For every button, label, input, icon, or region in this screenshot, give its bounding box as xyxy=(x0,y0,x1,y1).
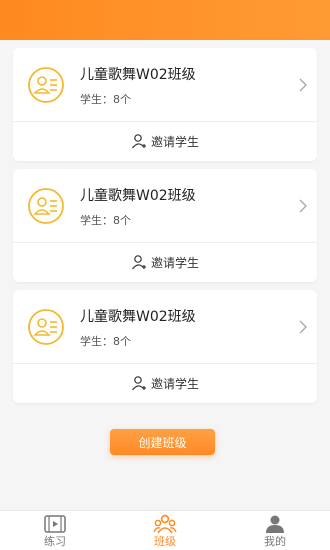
class-card-header[interactable]: 儿童歌舞W02班级 学生：8个 xyxy=(13,290,317,364)
tab-label: 我的 xyxy=(264,535,286,548)
student-count: 学生：8个 xyxy=(80,335,131,348)
student-count: 学生：8个 xyxy=(80,214,131,227)
class-card: 儿童歌舞W02班级 学生：8个 邀请学生 xyxy=(13,169,317,282)
tab-label: 练习 xyxy=(44,535,66,548)
student-count: 学生：8个 xyxy=(80,93,131,106)
class-card-header[interactable]: 儿童歌舞W02班级 学生：8个 xyxy=(13,48,317,122)
class-card-header[interactable]: 儿童歌舞W02班级 学生：8个 xyxy=(13,169,317,243)
class-icon xyxy=(28,309,64,345)
class-name: 儿童歌舞W02班级 xyxy=(80,67,196,83)
class-list: 儿童歌舞W02班级 学生：8个 邀请学生 儿童歌舞W02班级 学生：8个 邀请学… xyxy=(0,48,330,411)
class-card: 儿童歌舞W02班级 学生：8个 邀请学生 xyxy=(13,290,317,403)
class-name: 儿童歌舞W02班级 xyxy=(80,188,196,204)
add-user-icon xyxy=(132,134,146,149)
chevron-right-icon xyxy=(299,320,307,334)
create-class-button[interactable]: 创建班级 xyxy=(110,429,215,455)
invite-label: 邀请学生 xyxy=(150,134,199,149)
invite-student-button[interactable]: 邀请学生 xyxy=(13,122,317,160)
add-user-icon xyxy=(132,376,146,391)
tab-practice[interactable]: 练习 xyxy=(0,511,110,550)
user-icon xyxy=(266,515,284,533)
group-icon xyxy=(153,514,177,534)
chevron-right-icon xyxy=(299,199,307,213)
class-card: 儿童歌舞W02班级 学生：8个 邀请学生 xyxy=(13,48,317,161)
video-icon xyxy=(44,515,66,533)
tab-class[interactable]: 班级 xyxy=(110,511,220,550)
top-bar xyxy=(0,0,330,40)
chevron-right-icon xyxy=(299,78,307,92)
class-name: 儿童歌舞W02班级 xyxy=(80,309,196,325)
class-icon xyxy=(28,67,64,103)
class-icon xyxy=(28,188,64,224)
invite-label: 邀请学生 xyxy=(150,255,199,270)
invite-label: 邀请学生 xyxy=(150,376,199,391)
invite-student-button[interactable]: 邀请学生 xyxy=(13,364,317,402)
invite-student-button[interactable]: 邀请学生 xyxy=(13,243,317,281)
add-user-icon xyxy=(132,255,146,270)
tab-label: 班级 xyxy=(154,535,176,548)
bottom-tab-bar: 练习 班级 我的 xyxy=(0,510,330,550)
tab-mine[interactable]: 我的 xyxy=(220,511,330,550)
